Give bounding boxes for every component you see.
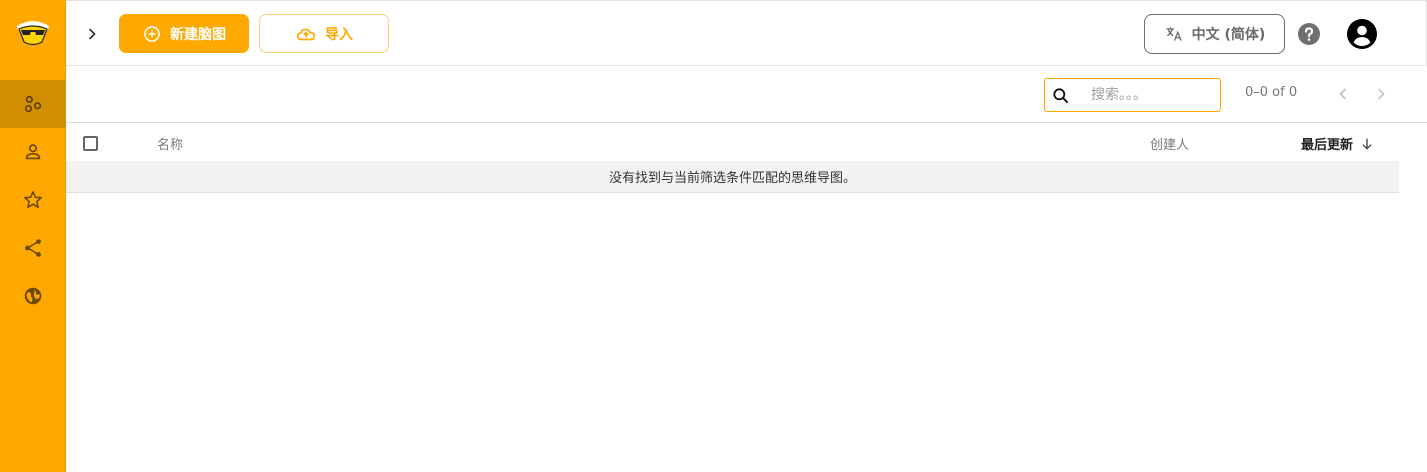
mindmaps-icon [24,95,42,113]
import-button[interactable]: 导入 [259,14,389,53]
column-header-creator[interactable]: 创建人 [1150,134,1189,153]
chevron-right-icon [88,28,96,40]
new-mindmap-button[interactable]: 新建脑图 [119,14,249,53]
column-header-updated-label: 最后更新 [1301,138,1354,153]
column-header-updated[interactable]: 最后更新 [1301,134,1375,153]
arrow-down-icon [1362,138,1372,150]
list-toolbar: 0–0 of 0 [66,66,1427,123]
sidebar [0,0,66,472]
next-page-button[interactable] [1369,82,1393,106]
search-icon [1053,88,1069,104]
top-bar: 新建脑图 导入 中文 (简体) [66,0,1427,66]
expand-sidebar-button[interactable] [80,22,104,46]
sidebar-item-shared[interactable] [0,224,66,272]
app-logo-icon[interactable] [14,16,52,48]
search-box [1044,78,1221,112]
empty-state-row: 没有找到与当前筛选条件匹配的思维导图。 [66,161,1399,193]
select-all-checkbox[interactable] [83,136,98,151]
chevron-right-icon [1377,88,1385,100]
sidebar-item-starred[interactable] [0,176,66,224]
empty-state-message: 没有找到与当前筛选条件匹配的思维导图。 [608,171,856,186]
help-icon[interactable] [1297,22,1321,46]
translate-icon [1166,27,1182,41]
pagination-range: 0–0 of 0 [1245,85,1298,100]
sidebar-item-mindmaps[interactable] [0,80,66,128]
share-icon [25,239,41,257]
language-label: 中文 (简体) [1191,27,1266,43]
star-icon [23,190,43,209]
sidebar-item-my-maps[interactable] [0,128,66,176]
new-mindmap-label: 新建脑图 [170,26,226,43]
cloud-upload-icon [296,28,316,40]
account-icon[interactable] [1346,18,1378,50]
chevron-left-icon [1339,88,1347,100]
search-input[interactable] [1091,84,1216,106]
import-label: 导入 [325,26,353,43]
table-header: 名称 创建人 最后更新 [66,123,1399,161]
language-button[interactable]: 中文 (简体) [1144,14,1285,54]
app-root: 新建脑图 导入 中文 (简体) 搜索。。。 0–0 of 0 名称 创建人 最后… [0,0,1427,472]
globe-icon [24,287,42,305]
previous-page-button[interactable] [1331,82,1355,106]
add-circle-icon [144,25,160,42]
sidebar-item-public[interactable] [0,272,66,320]
column-header-name[interactable]: 名称 [157,134,183,153]
person-icon [25,144,41,160]
